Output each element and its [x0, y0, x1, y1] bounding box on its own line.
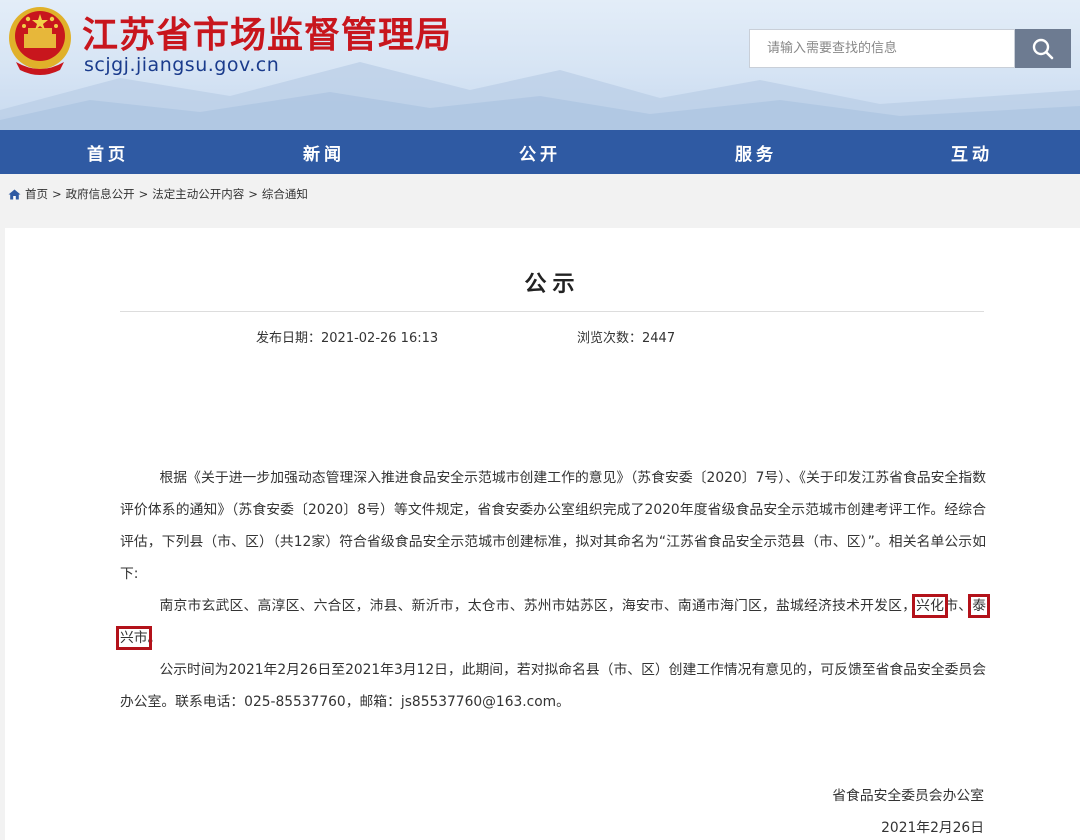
site-url: scjgj.jiangsu.gov.cn [84, 54, 280, 76]
article-title: 公示 [524, 272, 581, 297]
home-icon [8, 189, 21, 199]
nav-item-news[interactable]: 新闻 [216, 130, 432, 174]
paragraph-list: 南京市玄武区、高淳区、六合区，沛县、新沂市，太仓市、苏州市姑苏区，海安市、南通市… [115, 590, 991, 654]
search-box [749, 29, 1015, 68]
nav-item-interact[interactable]: 互动 [864, 130, 1080, 174]
breadcrumb-separator: > [138, 187, 149, 201]
breadcrumb-statutory[interactable]: 法定主动公开内容 [152, 186, 244, 202]
highlight-xinghua: 兴化 [912, 594, 949, 618]
breadcrumb-home[interactable]: 首页 [25, 186, 48, 202]
search-icon [1032, 38, 1054, 59]
site-header: 江苏省市场监督管理局 scjgj.jiangsu.gov.cn [0, 0, 1080, 130]
article-body: 根据《关于进一步加强动态管理深入推进食品安全示范城市创建工作的意见》（苏食安委〔… [115, 462, 991, 718]
breadcrumb-gov-info[interactable]: 政府信息公开 [66, 186, 135, 202]
list-text: 南京市玄武区、高淳区、六合区，沛县、新沂市，太仓市、苏州市姑苏区，海安市、南通市… [159, 598, 917, 614]
breadcrumb-separator: > [52, 187, 62, 201]
breadcrumb-notice[interactable]: 综合通知 [262, 186, 308, 202]
signer: 省食品安全委员会办公室 [832, 788, 984, 804]
paragraph-intro: 根据《关于进一步加强动态管理深入推进食品安全示范城市创建工作的意见》（苏食安委〔… [120, 470, 986, 582]
list-text: 。 [147, 630, 162, 646]
nav-item-service[interactable]: 服务 [648, 130, 864, 174]
search-button[interactable] [1015, 29, 1071, 68]
breadcrumb-separator: > [248, 187, 258, 201]
search-input[interactable] [750, 30, 1014, 67]
national-emblem-icon [9, 7, 71, 75]
nav-item-home[interactable]: 首页 [0, 130, 216, 174]
view-count: 浏览次数：2447 [577, 331, 676, 346]
publish-date: 发布日期：2021-02-26 16:13 [256, 331, 439, 346]
site-title[interactable]: 江苏省市场监督管理局 [82, 6, 452, 58]
breadcrumb: 首页 > 政府信息公开 > 法定主动公开内容 > 综合通知 [8, 186, 308, 202]
main-nav: 首页 新闻 公开 服务 互动 [0, 130, 1080, 174]
sign-date: 2021年2月26日 [881, 820, 984, 836]
list-text: 市、 [944, 598, 973, 614]
paragraph-period: 公示时间为2021年2月26日至2021年3月12日，此期间，若对拟命名县（市、… [120, 662, 986, 710]
nav-item-open[interactable]: 公开 [432, 130, 648, 174]
title-divider [120, 311, 984, 312]
